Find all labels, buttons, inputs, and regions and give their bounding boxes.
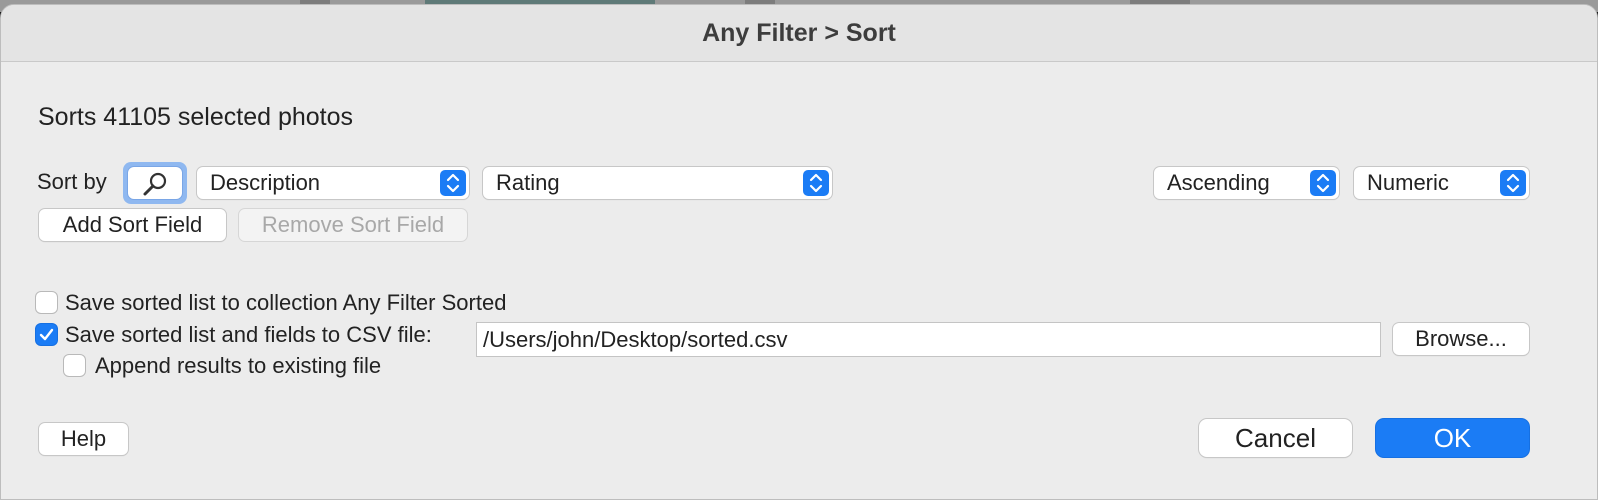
compare-mode-value: Numeric	[1367, 170, 1449, 195]
cancel-button[interactable]: Cancel	[1199, 419, 1352, 457]
dialog-titlebar: Any Filter > Sort	[1, 5, 1597, 62]
save-csv-checkbox[interactable]	[36, 324, 57, 345]
append-results-checkbox[interactable]	[64, 355, 85, 376]
sort-field-popup[interactable]: Description	[197, 167, 469, 199]
append-results-label: Append results to existing file	[95, 353, 382, 378]
sort-order-value: Ascending	[1167, 170, 1270, 195]
sort-dialog: Any Filter > Sort Sorts 41105 selected p…	[0, 4, 1598, 500]
csv-path-value: /Users/john/Desktop/sorted.csv	[483, 326, 788, 352]
chevron-updown-icon	[440, 170, 466, 196]
compare-mode-popup[interactable]: Numeric	[1354, 167, 1529, 199]
sort-subfield-value: Rating	[496, 170, 560, 195]
sort-field-value: Description	[210, 170, 321, 195]
save-collection-checkbox[interactable]	[36, 292, 57, 313]
field-search-button[interactable]	[123, 162, 187, 204]
help-button[interactable]: Help	[39, 423, 128, 455]
dialog-title: Any Filter > Sort	[702, 18, 896, 47]
checkmark-icon	[39, 328, 54, 341]
sort-subfield-popup[interactable]: Rating	[483, 167, 832, 199]
chevron-updown-icon	[803, 170, 829, 196]
selection-summary: Sorts 41105 selected photos	[38, 103, 354, 131]
csv-path-field[interactable]: /Users/john/Desktop/sorted.csv	[477, 323, 1380, 356]
remove-sort-field-button[interactable]: Remove Sort Field	[239, 209, 467, 241]
save-csv-label: Save sorted list and fields to CSV file:	[65, 322, 432, 347]
sort-order-popup[interactable]: Ascending	[1154, 167, 1339, 199]
browse-button[interactable]: Browse...	[1393, 323, 1529, 355]
chevron-updown-icon	[1310, 170, 1336, 196]
ok-button[interactable]: OK	[1376, 419, 1529, 457]
save-collection-label: Save sorted list to collection Any Filte…	[65, 290, 507, 315]
chevron-updown-icon	[1500, 170, 1526, 196]
sort-by-label: Sort by	[37, 169, 107, 194]
magnifier-icon	[143, 172, 167, 196]
add-sort-field-button[interactable]: Add Sort Field	[39, 209, 226, 241]
